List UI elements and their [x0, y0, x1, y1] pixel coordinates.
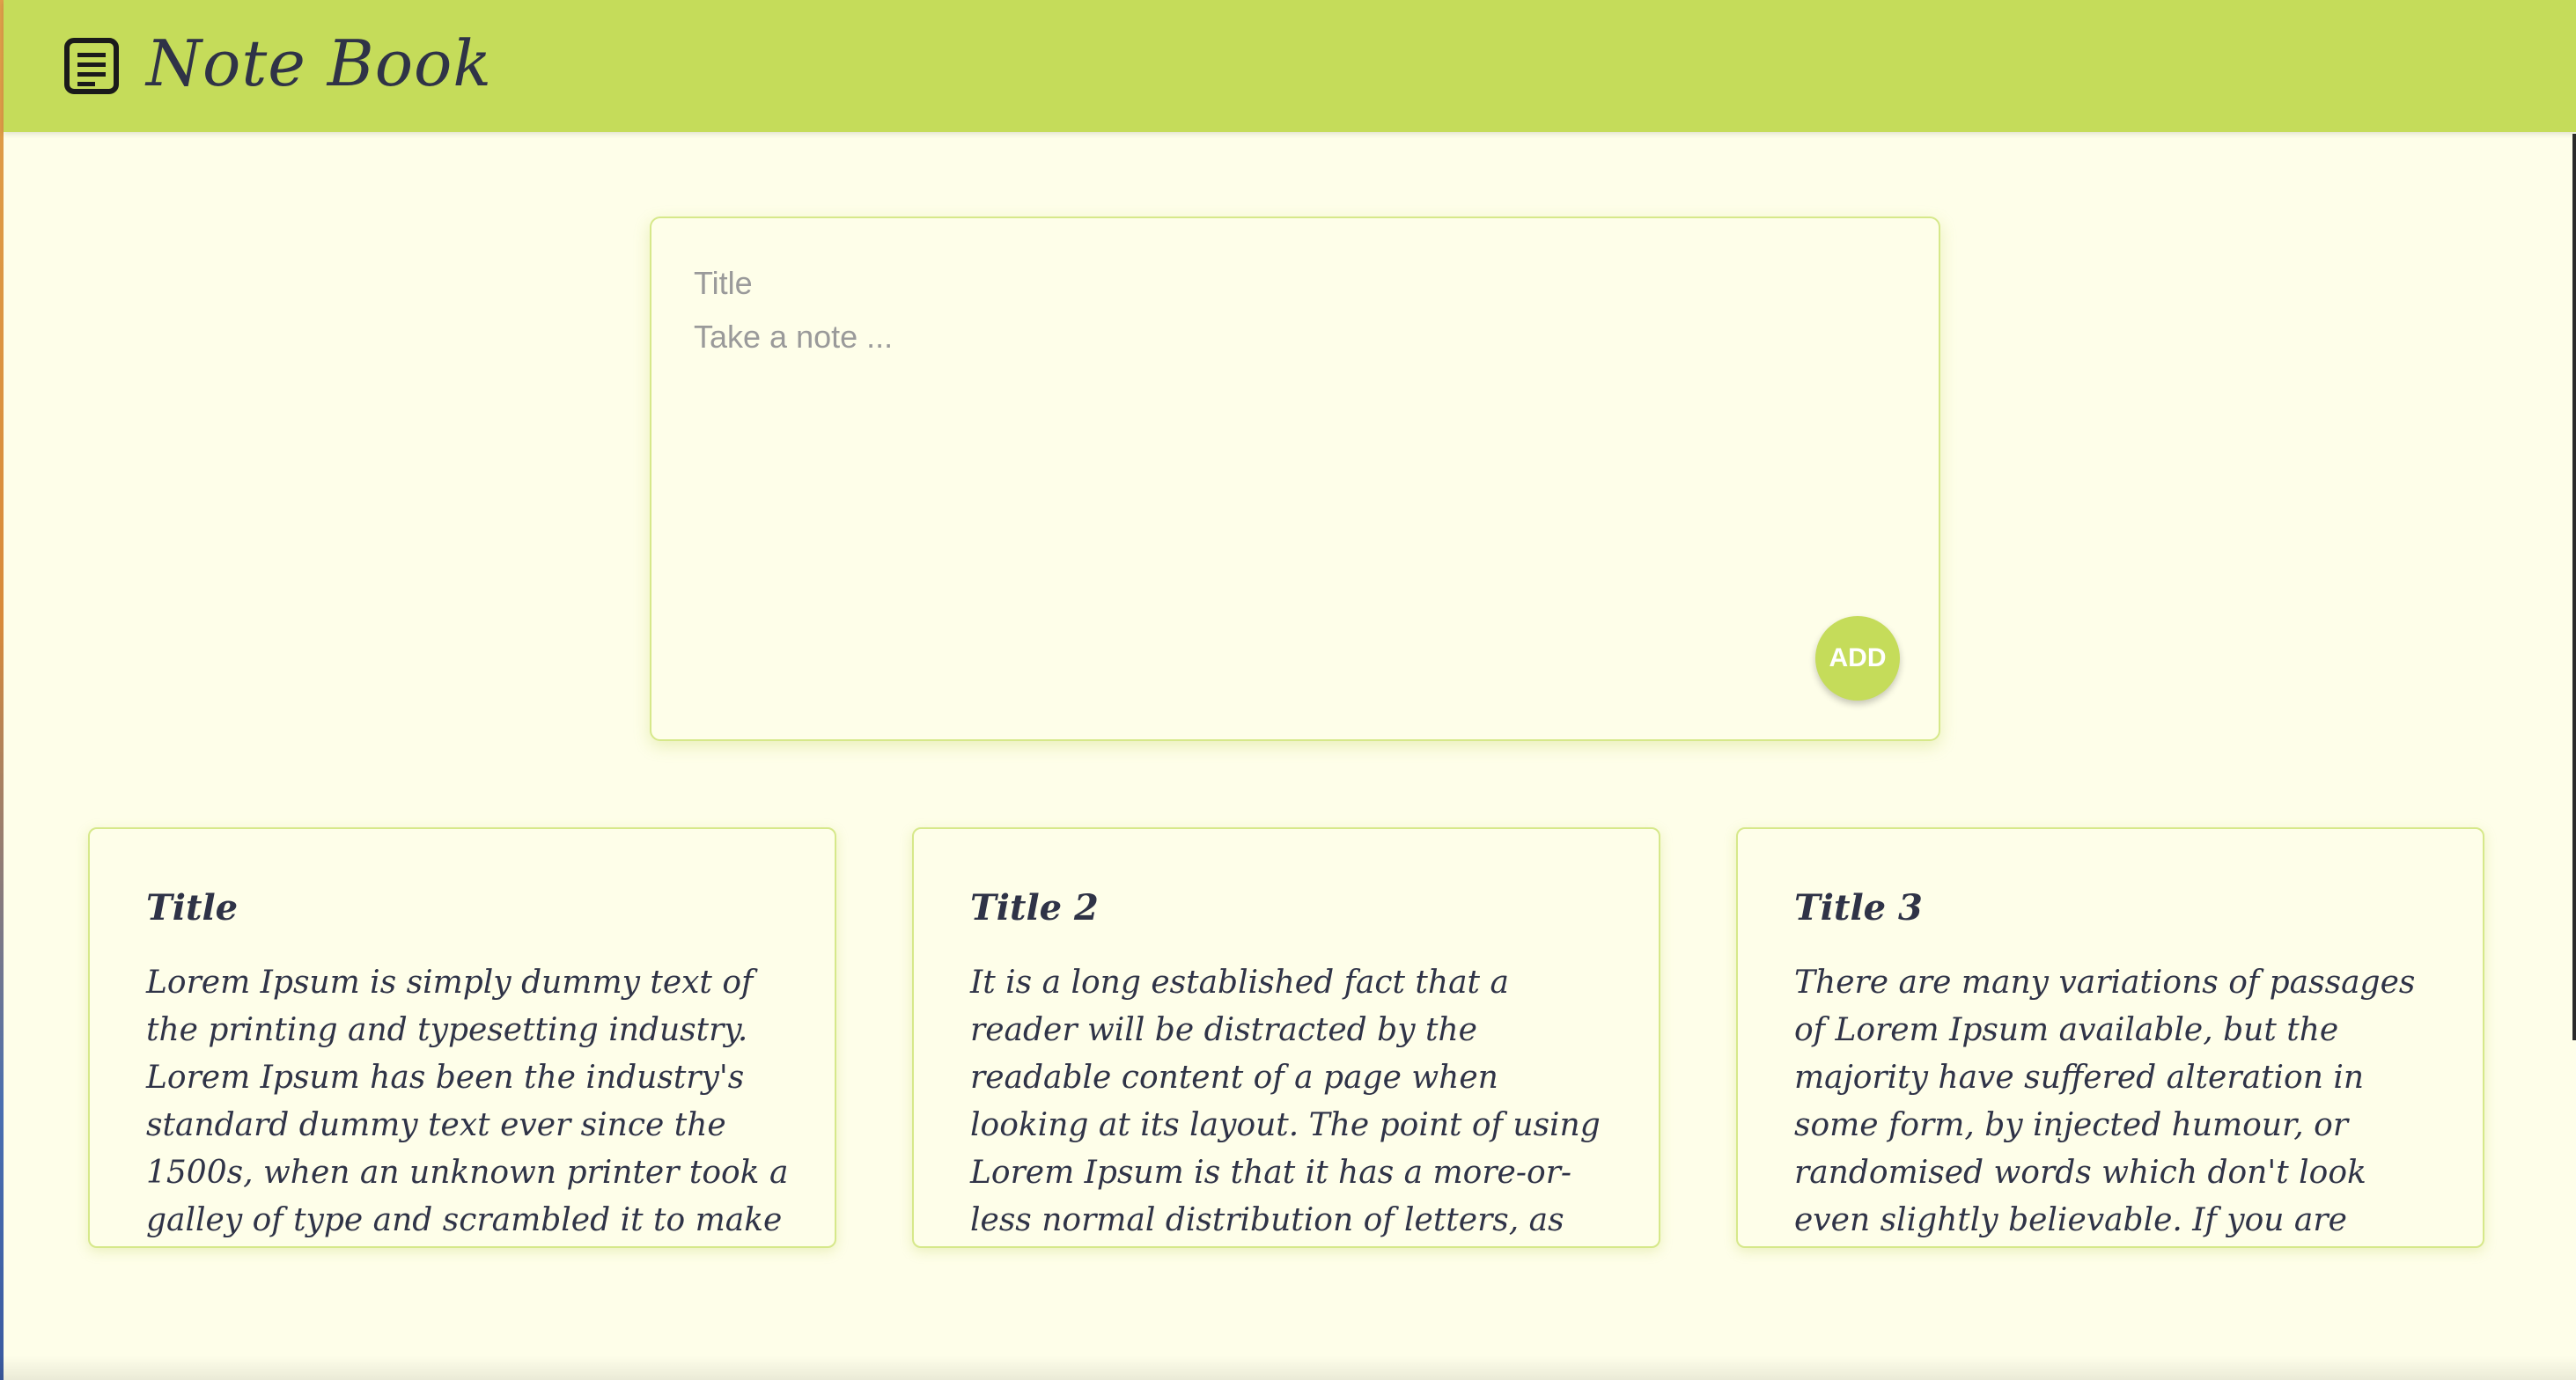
note-content-input[interactable] — [694, 319, 1838, 583]
scrollbar[interactable] — [2572, 134, 2576, 1040]
note-title: Title — [146, 887, 239, 929]
notebook-app: Note Book ADD Title Lorem Ipsum is simpl… — [0, 0, 2576, 1380]
app-title: Note Book — [146, 26, 493, 100]
note-content: It is a long established fact that a rea… — [970, 965, 1601, 1238]
note-card: Title 2 It is a long established fact th… — [912, 827, 1660, 1248]
note-content: Lorem Ipsum is simply dummy text of the … — [146, 965, 789, 1238]
app-header: Note Book — [4, 0, 2576, 132]
bottom-shadow — [0, 1355, 2576, 1380]
note-card: Title 3 There are many variations of pas… — [1736, 827, 2484, 1248]
add-note-button[interactable]: ADD — [1815, 616, 1900, 701]
note-content: There are many variations of passages of… — [1794, 965, 2416, 1238]
note-title: Title 3 — [1794, 887, 1923, 929]
note-card: Title Lorem Ipsum is simply dummy text o… — [88, 827, 836, 1248]
title-input[interactable] — [694, 264, 1838, 303]
note-title: Title 2 — [970, 887, 1099, 929]
note-composer: ADD — [650, 217, 1940, 741]
window-edge — [0, 0, 4, 1380]
notebook-icon — [64, 38, 119, 94]
